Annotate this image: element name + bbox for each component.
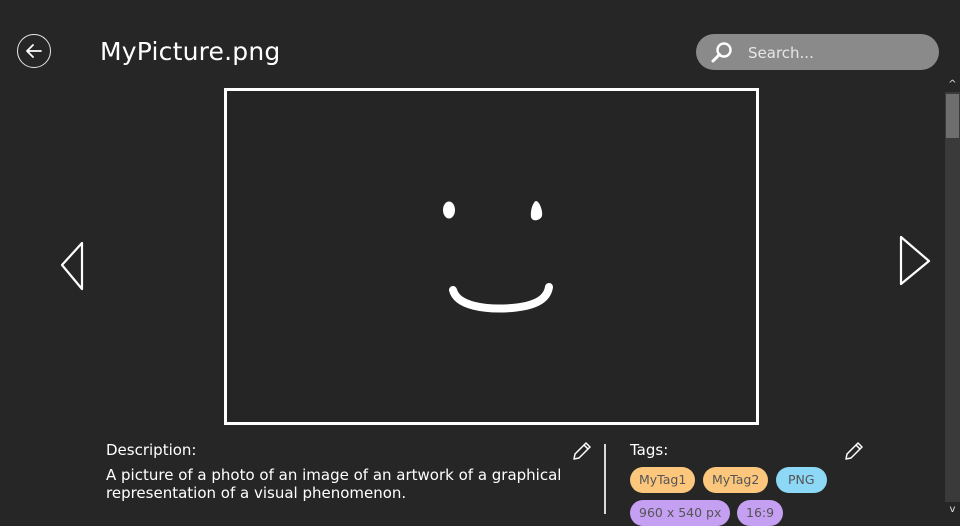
scroll-down-icon[interactable]: v <box>945 503 960 517</box>
smiley-image <box>443 201 553 313</box>
tag-chip[interactable]: MyTag1 <box>630 467 696 493</box>
search-input[interactable] <box>746 34 930 72</box>
pencil-icon[interactable] <box>571 440 593 462</box>
pencil-icon[interactable] <box>843 440 865 462</box>
scrollbar[interactable]: ^ v <box>945 78 960 517</box>
tag-chip[interactable]: PNG <box>776 467 827 493</box>
tag-chip[interactable]: 16:9 <box>737 500 784 526</box>
back-button[interactable] <box>17 34 51 68</box>
image-viewer <box>224 88 759 425</box>
scroll-up-icon[interactable]: ^ <box>945 78 960 92</box>
tag-chip[interactable]: MyTag2 <box>703 467 769 493</box>
search-icon <box>711 42 732 63</box>
page-title: MyPicture.png <box>100 37 281 66</box>
divider <box>604 444 606 514</box>
tags-label: Tags: <box>630 441 669 459</box>
triangle-right-icon[interactable] <box>896 234 934 288</box>
tag-chip[interactable]: 960 x 540 px <box>630 500 731 526</box>
triangle-left-icon[interactable] <box>58 240 86 292</box>
scroll-thumb[interactable] <box>946 94 959 138</box>
description-text: A picture of a photo of an image of an a… <box>106 466 562 502</box>
description-label: Description: <box>106 441 197 459</box>
arrow-left-icon <box>26 44 42 58</box>
scroll-track[interactable] <box>945 92 960 502</box>
search-bar[interactable] <box>696 34 939 72</box>
